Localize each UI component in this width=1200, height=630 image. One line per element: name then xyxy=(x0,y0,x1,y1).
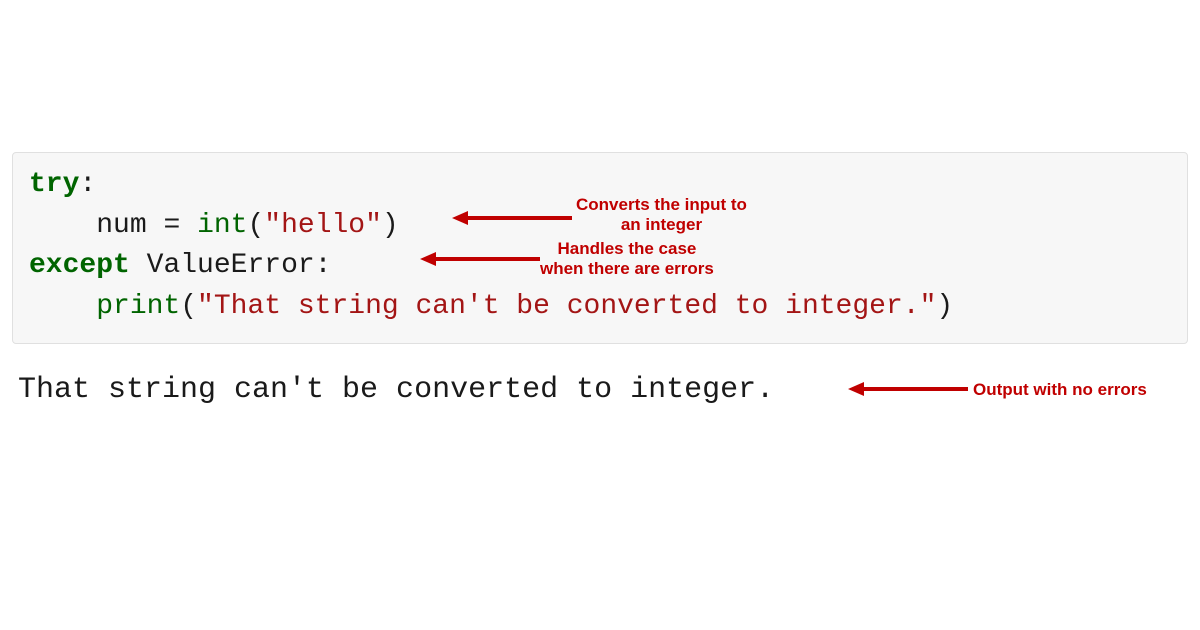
keyword-try: try xyxy=(29,169,79,200)
indent xyxy=(29,291,96,322)
colon: : xyxy=(315,250,332,281)
keyword-except: except xyxy=(29,250,130,281)
output-text: That string can't be converted to intege… xyxy=(18,373,774,407)
paren-open: ( xyxy=(247,210,264,241)
arrow-icon-3 xyxy=(848,379,968,399)
arrow-icon-2 xyxy=(420,249,540,269)
arrow-icon-1 xyxy=(452,208,572,228)
annotation-convert: Converts the input to an integer xyxy=(576,195,747,236)
string-message: "That string can't be converted to integ… xyxy=(197,291,936,322)
annotation-output: Output with no errors xyxy=(973,380,1147,400)
indent xyxy=(29,210,96,241)
equals: = xyxy=(147,210,197,241)
exception-valueerror: ValueError xyxy=(147,250,315,281)
annotation-handles: Handles the case when there are errors xyxy=(540,239,714,280)
paren-close: ) xyxy=(382,210,399,241)
space xyxy=(130,250,147,281)
function-int: int xyxy=(197,210,247,241)
variable-num: num xyxy=(96,210,146,241)
paren-close: ) xyxy=(936,291,953,322)
function-print: print xyxy=(96,291,180,322)
paren-open: ( xyxy=(180,291,197,322)
colon: : xyxy=(79,169,96,200)
string-hello: "hello" xyxy=(264,210,382,241)
